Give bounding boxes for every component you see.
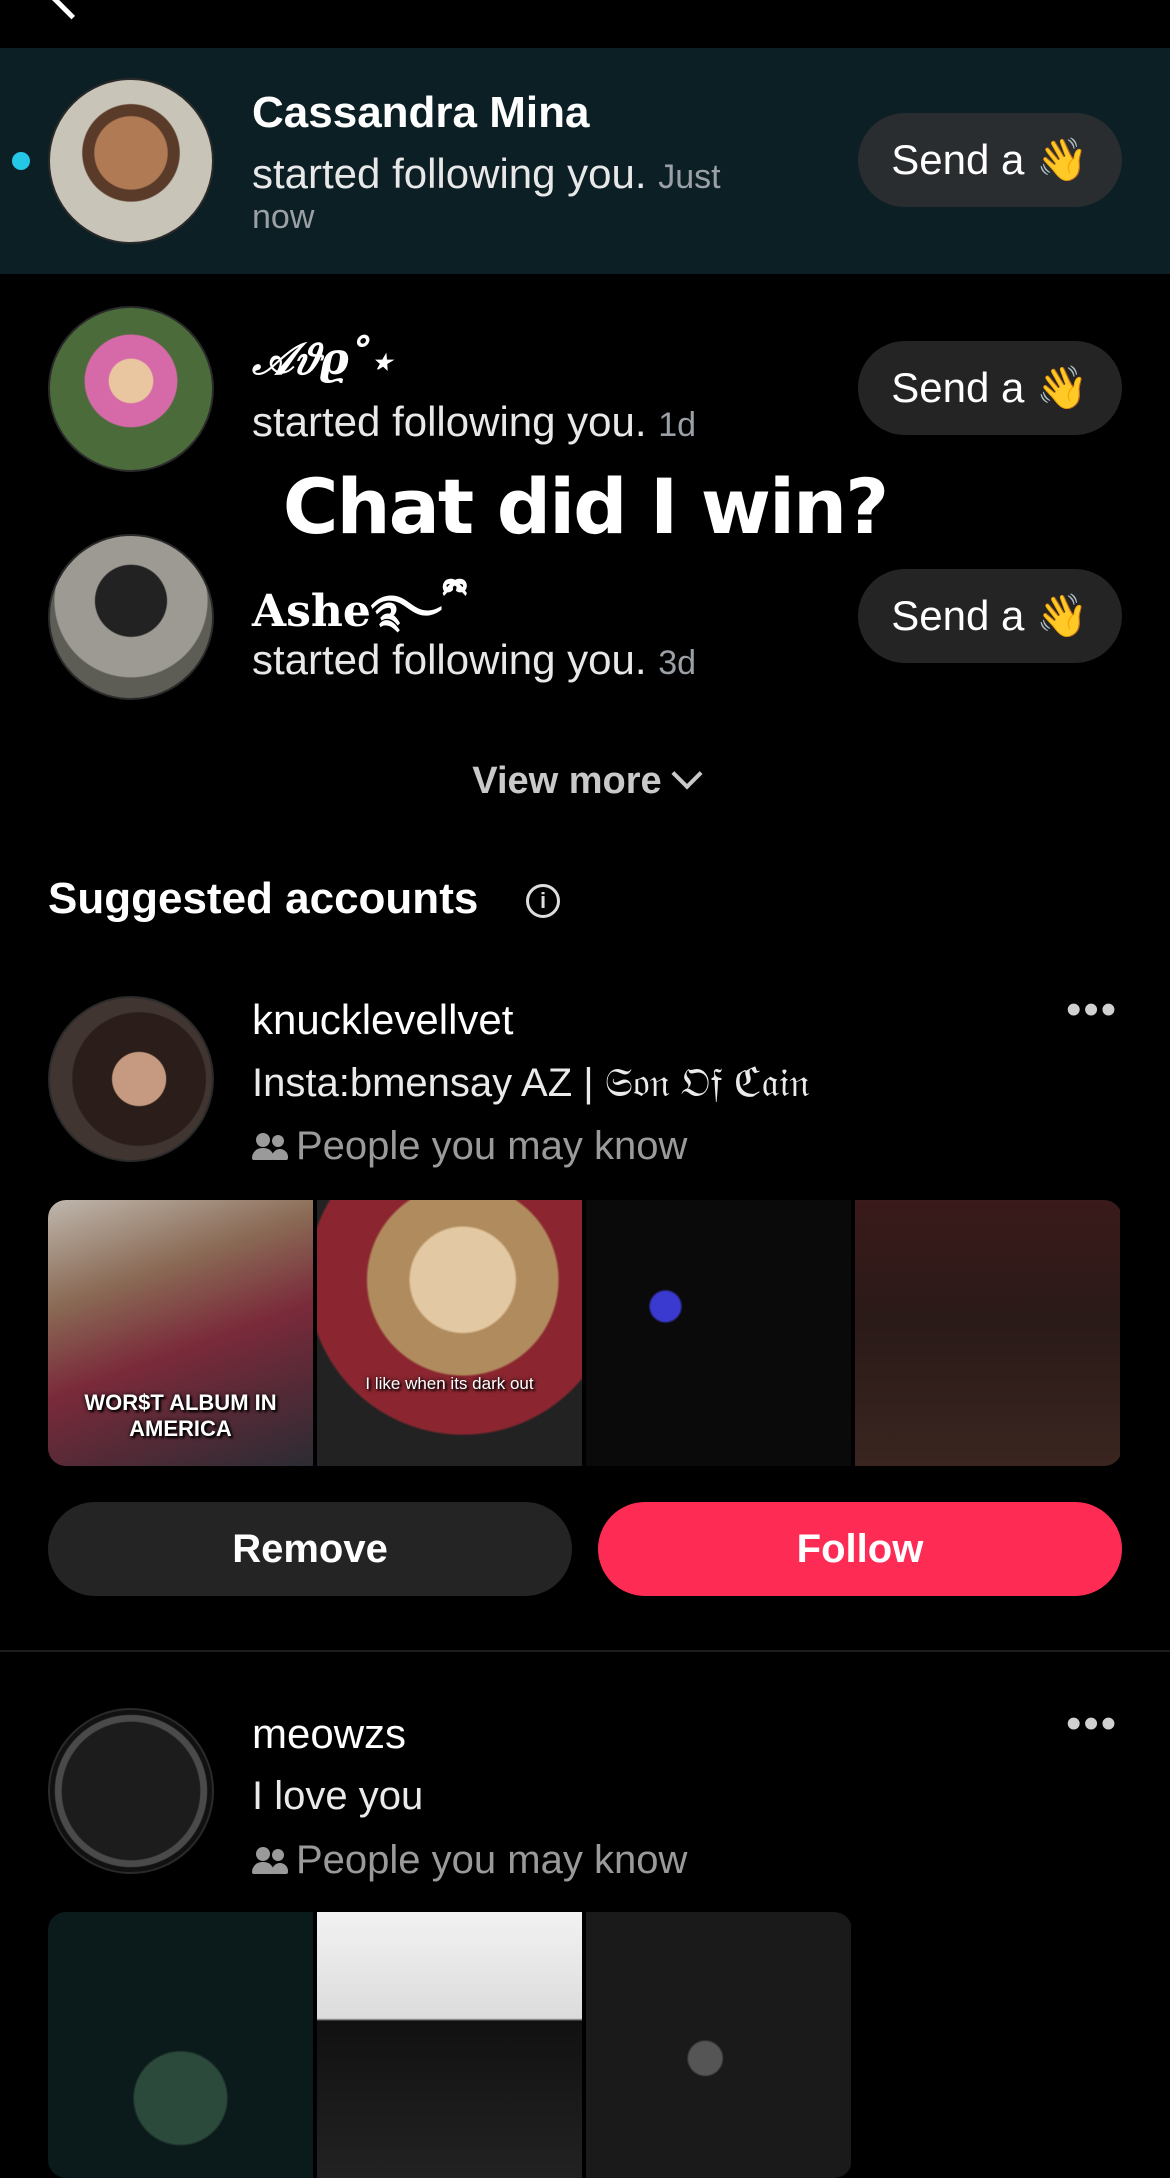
suggestion-reason: People you may know bbox=[252, 1838, 687, 1883]
wave-icon: 👋 bbox=[1036, 135, 1089, 183]
send-wave-button[interactable]: Send a 👋 bbox=[858, 341, 1122, 435]
avatar[interactable] bbox=[48, 306, 214, 472]
follow-button[interactable]: Follow bbox=[598, 1502, 1122, 1596]
view-more-label: View more bbox=[472, 760, 662, 802]
avatar[interactable] bbox=[48, 996, 214, 1162]
unread-indicator bbox=[12, 152, 30, 170]
notification-action: started following you. bbox=[252, 398, 647, 445]
section-title: Suggested accounts bbox=[48, 874, 479, 923]
suggested-username[interactable]: meowzs bbox=[252, 1710, 406, 1758]
suggested-bio: I love you bbox=[252, 1774, 424, 1818]
top-bar bbox=[0, 0, 1170, 48]
notification-text: started following you. Just bbox=[252, 150, 721, 198]
video-thumbnail[interactable] bbox=[586, 1912, 851, 2178]
info-icon[interactable]: i bbox=[526, 884, 560, 918]
send-wave-button[interactable]: Send a 👋 bbox=[858, 113, 1122, 207]
avatar[interactable] bbox=[48, 1708, 214, 1874]
people-icon bbox=[252, 1132, 288, 1161]
notification-text: started following you. 3d bbox=[252, 636, 696, 684]
notification-text: started following you. 1d bbox=[252, 398, 696, 446]
more-options-icon[interactable]: ••• bbox=[1066, 988, 1118, 1032]
suggestion-reason: People you may know bbox=[252, 1124, 687, 1169]
chevron-down-icon bbox=[671, 758, 703, 790]
more-options-icon[interactable]: ••• bbox=[1066, 1702, 1118, 1746]
video-thumbnail[interactable] bbox=[586, 1200, 851, 1466]
video-overlay-caption: Chat did I win? bbox=[281, 460, 891, 553]
avatar[interactable] bbox=[48, 78, 214, 244]
suggested-bio: Insta:bmensay AZ | 𝔖𝔬𝔫 𝔒𝔣 ℭ𝔞𝔦𝔫 bbox=[252, 1061, 810, 1105]
send-label: Send a bbox=[891, 136, 1025, 183]
wave-icon: 👋 bbox=[1036, 591, 1089, 639]
notification-action: started following you. bbox=[252, 150, 647, 197]
notification-time: 3d bbox=[658, 644, 697, 682]
video-thumbnail[interactable]: I like when its dark out bbox=[317, 1200, 582, 1466]
video-thumbnail[interactable] bbox=[48, 1912, 313, 2178]
view-more-button[interactable]: View more bbox=[0, 758, 1170, 803]
notification-username[interactable]: Cassandra Mina bbox=[252, 88, 589, 138]
send-wave-button[interactable]: Send a 👋 bbox=[858, 569, 1122, 663]
notification-time: 1d bbox=[658, 406, 697, 444]
suggestion-reason-label: People you may know bbox=[296, 1838, 688, 1882]
notification-username[interactable]: 𝒜𝜗ϱ˚⋆ bbox=[252, 334, 391, 385]
video-thumbnails: WOR$T ALBUM IN AMERICA I like when its d… bbox=[48, 1200, 1122, 1466]
notification-time-cont: now bbox=[252, 198, 315, 236]
people-icon bbox=[252, 1846, 288, 1875]
remove-button[interactable]: Remove bbox=[48, 1502, 572, 1596]
notification-time: Just bbox=[658, 158, 721, 196]
notification-action: started following you. bbox=[252, 636, 647, 683]
suggested-username[interactable]: knucklevellvet bbox=[252, 996, 513, 1044]
avatar[interactable] bbox=[48, 534, 214, 700]
video-thumbnail[interactable] bbox=[317, 1912, 582, 2178]
divider bbox=[0, 1650, 1170, 1652]
suggestion-reason-label: People you may know bbox=[296, 1124, 688, 1168]
thumbnail-caption: WOR$T ALBUM IN AMERICA bbox=[84, 1390, 277, 1441]
video-thumbnail[interactable]: WOR$T ALBUM IN AMERICA bbox=[48, 1200, 313, 1466]
video-thumbnails bbox=[48, 1912, 852, 2178]
send-label: Send a bbox=[891, 364, 1025, 411]
thumbnail-caption: I like when its dark out bbox=[365, 1374, 534, 1393]
video-thumbnail[interactable] bbox=[855, 1200, 1120, 1466]
wave-icon: 👋 bbox=[1036, 363, 1089, 411]
send-label: Send a bbox=[891, 592, 1025, 639]
